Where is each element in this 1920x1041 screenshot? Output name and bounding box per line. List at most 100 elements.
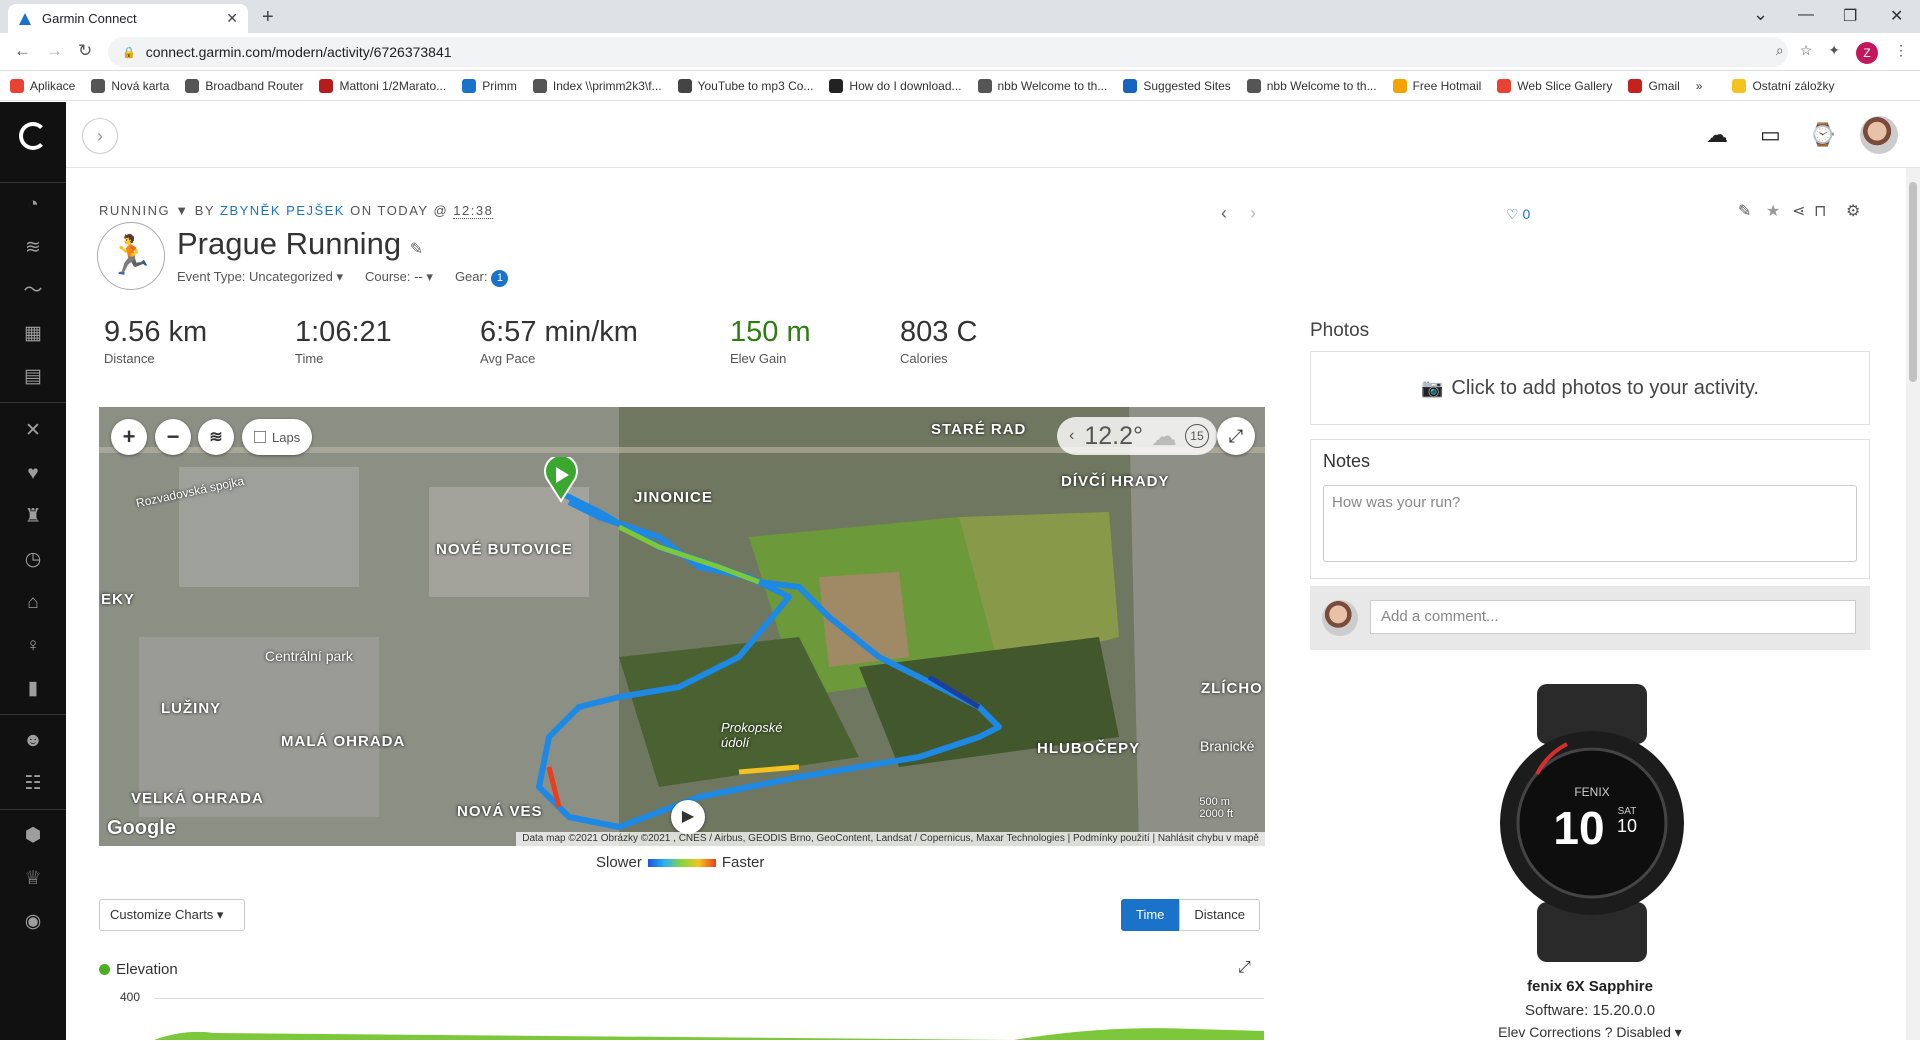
garmin-top-bar: › ☁ ▭ ⌚ xyxy=(66,102,1920,168)
activity-trend-icon[interactable]: 〜 xyxy=(22,280,44,302)
bookmark-label: Mattoni 1/2Marato... xyxy=(339,78,447,93)
bookmark-item[interactable]: Free Hotmail xyxy=(1392,78,1481,93)
connections-icon[interactable]: ☻ xyxy=(22,730,44,752)
course-dropdown[interactable]: Course: -- ▾ xyxy=(365,269,433,287)
dashboard-icon[interactable]: ◔ xyxy=(22,194,44,216)
map-label: ZLÍCHO xyxy=(1201,680,1263,697)
bookmark-item[interactable]: Aplikace xyxy=(10,78,75,93)
bookmark-item[interactable]: » xyxy=(1696,79,1703,93)
inbox-icon[interactable]: ▭ xyxy=(1760,122,1781,148)
start-marker-icon[interactable] xyxy=(543,457,579,503)
url-field[interactable]: 🔒 connect.garmin.com/modern/activity/672… xyxy=(108,37,1788,67)
bookmark-item[interactable]: nbb Welcome to th... xyxy=(1246,78,1377,93)
bookmark-item[interactable]: Suggested Sites xyxy=(1123,78,1231,93)
gear-shoe-icon[interactable]: ⌂ xyxy=(22,592,44,614)
garmin-connect-logo-icon[interactable] xyxy=(19,122,47,150)
bookmark-item[interactable]: YouTube to mp3 Co... xyxy=(677,78,813,93)
activity-map[interactable]: + − ≋ Laps ‹ 12.2° ☁ 15 ⤢ STARÉ RAD JINO… xyxy=(99,407,1265,846)
temperature: 12.2° xyxy=(1084,421,1143,450)
health-stats-icon[interactable]: ♥ xyxy=(22,463,44,485)
map-attribution[interactable]: Data map ©2021 Obrázky ©2021 , CNES / Ai… xyxy=(516,832,1265,846)
close-tab-icon[interactable]: ✕ xyxy=(226,10,238,27)
elevation-chart-title: Elevation xyxy=(99,961,178,978)
upload-icon[interactable]: ☁ xyxy=(1706,122,1728,148)
expand-chart-icon[interactable]: ⤢ xyxy=(1238,959,1251,977)
wind-badge: 15 xyxy=(1184,424,1209,448)
activity-type-dropdown[interactable]: RUNNING xyxy=(99,203,170,218)
fullscreen-map-icon[interactable]: ⤢ xyxy=(1217,417,1255,455)
bookmark-item[interactable]: nbb Welcome to th... xyxy=(977,78,1107,93)
groups-icon[interactable]: ☷ xyxy=(22,773,44,795)
restore-icon[interactable]: ❐ xyxy=(1843,6,1857,26)
add-photos-button[interactable]: 📷 Click to add photos to your activity. xyxy=(1310,351,1870,425)
profile-avatar[interactable]: Z xyxy=(1856,42,1878,64)
zoom-in-button[interactable]: + xyxy=(111,419,147,455)
bookmark-item[interactable]: How do I download... xyxy=(829,78,962,93)
tab-search-icon[interactable]: ⌄ xyxy=(1753,4,1768,25)
performance-icon[interactable]: ♜ xyxy=(22,506,44,528)
elev-corrections[interactable]: Elev Corrections ? Disabled ▾ xyxy=(1310,1024,1870,1041)
device-name[interactable]: fenix 6X Sapphire xyxy=(1310,978,1870,995)
settings-circle-icon[interactable]: ◉ xyxy=(22,911,44,933)
bookmark-item[interactable]: Ostatní záložky xyxy=(1732,78,1835,93)
training-icon[interactable]: ✕ xyxy=(22,420,44,442)
bookmark-item[interactable]: Mattoni 1/2Marato... xyxy=(319,78,447,93)
zoom-icon[interactable]: ⌕ xyxy=(1776,42,1784,64)
event-type-dropdown[interactable]: Event Type: Uncategorized ▾ xyxy=(177,269,343,287)
weather-widget[interactable]: ‹ 12.2° ☁ 15 xyxy=(1057,417,1217,455)
bookmark-label: Gmail xyxy=(1648,78,1680,93)
browser-tab[interactable]: Garmin Connect ✕ xyxy=(8,4,248,33)
zoom-out-button[interactable]: − xyxy=(155,419,191,455)
calendar-icon[interactable]: ▦ xyxy=(22,323,44,345)
bookmark-item[interactable]: Gmail xyxy=(1628,78,1680,93)
playback-button[interactable]: ▶ xyxy=(671,800,705,834)
browser-menu-icon[interactable]: ⋮ xyxy=(1894,42,1908,64)
next-activity-icon[interactable]: › xyxy=(1250,203,1256,224)
activity-title[interactable]: Prague Running ✎ xyxy=(177,226,423,262)
stopwatch-icon[interactable]: ◷ xyxy=(22,549,44,571)
insights-icon[interactable]: ♀ xyxy=(22,635,44,657)
activity-time[interactable]: 12:38 xyxy=(453,203,494,219)
scrollbar-thumb[interactable] xyxy=(1909,182,1917,382)
bookmark-item[interactable]: Nová karta xyxy=(91,78,169,93)
charts-icon[interactable]: ▮ xyxy=(22,678,44,700)
device-icon[interactable]: ⌚ xyxy=(1809,122,1836,148)
extensions-icon[interactable]: ✦ xyxy=(1828,42,1840,64)
layers-icon[interactable]: ≋ xyxy=(22,237,44,259)
bookmark-item[interactable]: Broadband Router xyxy=(185,78,303,93)
author-link[interactable]: ZBYNĚK PEJŠEK xyxy=(220,203,345,218)
distance-toggle[interactable]: Distance xyxy=(1179,899,1260,931)
edit-title-icon[interactable]: ✎ xyxy=(410,241,423,258)
bookmark-label: How do I download... xyxy=(849,78,962,93)
customize-charts-button[interactable]: Customize Charts ▾ xyxy=(99,899,245,931)
laps-checkbox[interactable] xyxy=(254,431,266,443)
comment-input[interactable]: Add a comment... xyxy=(1370,600,1856,634)
close-window-icon[interactable]: ✕ xyxy=(1890,6,1903,26)
gear-field[interactable]: Gear: 1 xyxy=(455,269,509,287)
trophy-icon[interactable]: ♕ xyxy=(22,868,44,890)
reports-icon[interactable]: ▤ xyxy=(22,366,44,388)
time-toggle[interactable]: Time xyxy=(1121,899,1180,931)
bookmark-item[interactable]: Primm xyxy=(462,78,517,93)
map-layers-button[interactable]: ≋ xyxy=(198,419,234,455)
bookmark-label: Suggested Sites xyxy=(1143,78,1231,93)
expand-sidebar-icon[interactable]: › xyxy=(82,118,118,154)
forward-icon[interactable]: → xyxy=(46,41,63,61)
bookmark-item[interactable]: Index \\primm2k3\f... xyxy=(532,78,662,93)
weather-prev-icon[interactable]: ‹ xyxy=(1069,427,1074,445)
prev-activity-icon[interactable]: ‹ xyxy=(1221,203,1227,224)
user-avatar[interactable] xyxy=(1860,116,1898,154)
bookmark-favicon-icon xyxy=(829,78,844,93)
notes-textarea[interactable]: How was your run? xyxy=(1323,485,1857,562)
reload-icon[interactable]: ↻ xyxy=(78,41,92,61)
badges-icon[interactable]: ⬢ xyxy=(22,825,44,847)
laps-toggle[interactable]: Laps xyxy=(242,419,313,455)
new-tab-icon[interactable]: + xyxy=(262,6,274,29)
sidebar-divider xyxy=(0,182,66,183)
bookmark-label: » xyxy=(1695,78,1703,93)
minimize-icon[interactable]: — xyxy=(1798,6,1814,24)
page-scrollbar[interactable] xyxy=(1906,168,1920,1040)
bookmark-star-icon[interactable]: ☆ xyxy=(1800,42,1813,64)
back-icon[interactable]: ← xyxy=(14,41,31,61)
bookmark-item[interactable]: Web Slice Gallery xyxy=(1497,78,1612,93)
